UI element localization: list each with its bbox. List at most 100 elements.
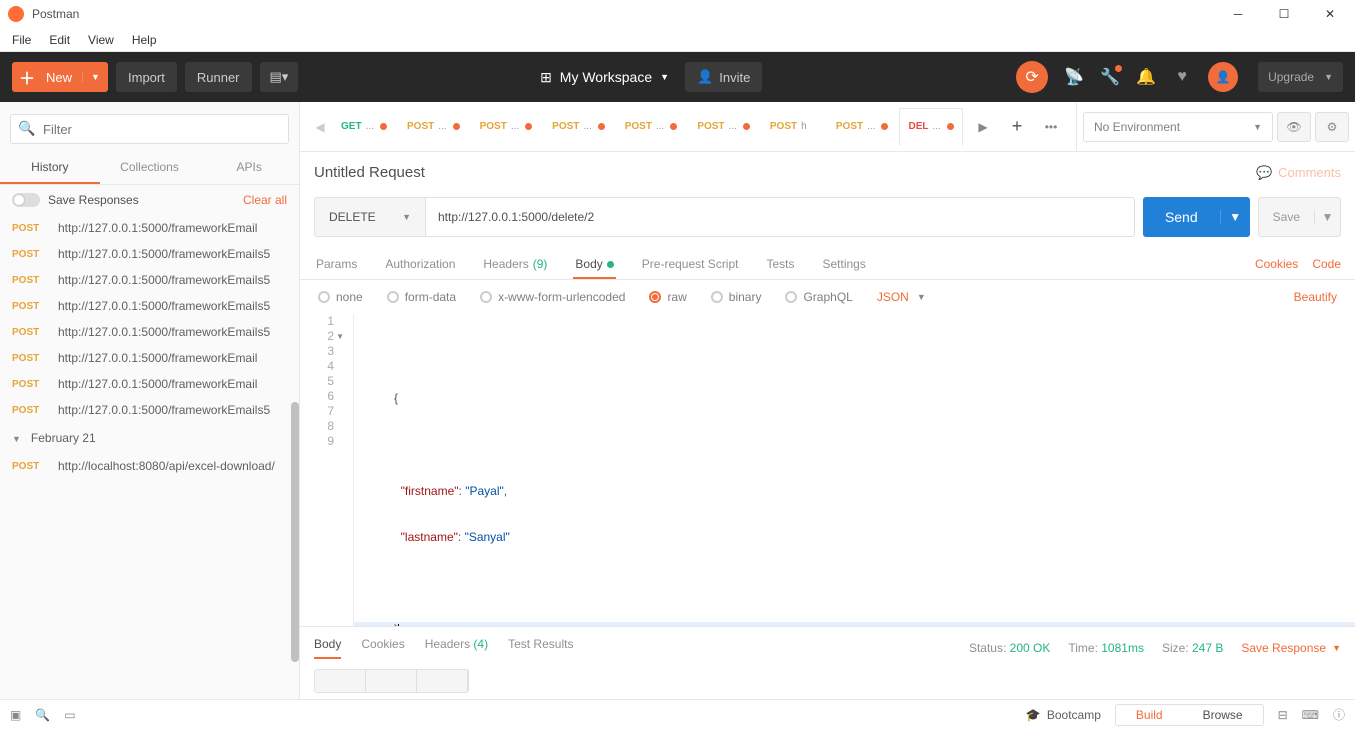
request-tab[interactable]: POST... — [398, 108, 469, 146]
history-item[interactable]: POSThttp://127.0.0.1:5000/frameworkEmail… — [0, 241, 299, 267]
tab-tests[interactable]: Tests — [764, 249, 796, 279]
cookies-link[interactable]: Cookies — [1255, 257, 1298, 271]
menu-help[interactable]: Help — [124, 28, 165, 51]
menu-edit[interactable]: Edit — [41, 28, 78, 51]
send-button[interactable]: Send ▼ — [1143, 197, 1250, 237]
history-item[interactable]: POSThttp://127.0.0.1:5000/frameworkEmail… — [0, 293, 299, 319]
tab-apis[interactable]: APIs — [199, 152, 299, 184]
window-overflow-button[interactable]: ▤▾ — [260, 62, 299, 92]
tab-prerequest[interactable]: Pre-request Script — [640, 249, 741, 279]
tabs-scroll-left[interactable]: ◀ — [308, 120, 332, 134]
environment-selector[interactable]: No Environment ▼ — [1083, 112, 1273, 142]
body-none[interactable]: none — [318, 290, 363, 304]
request-tab[interactable]: POST... — [827, 108, 898, 146]
scrollbar[interactable] — [291, 402, 299, 662]
wrench-icon[interactable]: 🔧 — [1100, 67, 1120, 87]
dirty-dot-icon — [380, 123, 387, 130]
tab-body[interactable]: Body — [573, 249, 615, 279]
help-icon[interactable]: ⓘ — [1333, 706, 1345, 723]
request-tab[interactable]: POST... — [471, 108, 542, 146]
resp-tab-headers[interactable]: Headers (4) — [425, 637, 488, 659]
runner-button[interactable]: Runner — [185, 62, 252, 92]
save-responses-toggle[interactable] — [12, 193, 40, 207]
avatar[interactable]: 👤 — [1208, 62, 1238, 92]
app-header: ＋ New ▼ Import Runner ▤▾ ⊞ My Workspace … — [0, 52, 1355, 102]
clear-all-link[interactable]: Clear all — [243, 193, 287, 207]
two-pane-icon[interactable]: ⊟ — [1278, 708, 1288, 722]
history-item[interactable]: POSThttp://127.0.0.1:5000/frameworkEmail… — [0, 397, 299, 423]
upgrade-button[interactable]: Upgrade ▼ — [1258, 62, 1343, 92]
sidebar-toggle-icon[interactable]: ▣ — [10, 708, 21, 722]
tab-history[interactable]: History — [0, 152, 100, 184]
env-settings-button[interactable]: ⚙ — [1315, 112, 1349, 142]
request-title[interactable]: Untitled Request — [314, 164, 425, 181]
body-raw[interactable]: raw — [649, 290, 686, 304]
request-tab[interactable]: GET... — [332, 108, 396, 146]
history-date-group[interactable]: ▼February 21 — [0, 423, 299, 453]
dirty-dot-icon — [525, 123, 532, 130]
minimize-button[interactable]: ─ — [1215, 0, 1261, 28]
body-editor[interactable]: 12▼3456789 { "firstname": "Payal", "last… — [300, 314, 1355, 626]
caret-down-icon[interactable]: ▼ — [1220, 210, 1250, 224]
resp-tab-body[interactable]: Body — [314, 637, 341, 659]
tab-collections[interactable]: Collections — [100, 152, 200, 184]
filter-input[interactable] — [10, 114, 289, 144]
caret-down-icon[interactable]: ▼ — [1314, 210, 1340, 224]
history-item[interactable]: POSThttp://127.0.0.1:5000/frameworkEmail — [0, 345, 299, 371]
request-tab[interactable]: DEL... — [899, 108, 963, 146]
request-tab[interactable]: POST... — [688, 108, 759, 146]
history-item[interactable]: POSThttp://127.0.0.1:5000/frameworkEmail — [0, 215, 299, 241]
heart-icon[interactable]: ♥ — [1172, 67, 1192, 87]
request-tab[interactable]: POSTh — [761, 108, 825, 146]
save-response-button[interactable]: Save Response▼ — [1241, 641, 1341, 655]
bootcamp-button[interactable]: 🎓Bootcamp — [1026, 708, 1101, 722]
url-input[interactable]: http://127.0.0.1:5000/delete/2 — [426, 197, 1135, 237]
resp-tab-tests[interactable]: Test Results — [508, 637, 573, 659]
beautify-link[interactable]: Beautify — [1294, 290, 1337, 304]
menu-file[interactable]: File — [4, 28, 39, 51]
tabs-menu-button[interactable]: ••• — [1036, 112, 1066, 142]
satellite-icon[interactable]: 📡 — [1064, 67, 1084, 87]
sync-button[interactable]: ⟳ — [1016, 61, 1048, 93]
workspace-selector[interactable]: ⊞ My Workspace ▼ — [532, 62, 677, 92]
keyboard-shortcuts-icon[interactable]: ⌨ — [1302, 708, 1319, 722]
tabs-scroll-right[interactable]: ▶ — [968, 112, 998, 142]
tab-settings[interactable]: Settings — [821, 249, 868, 279]
find-icon[interactable]: 🔍 — [35, 708, 50, 722]
history-item[interactable]: POSThttp://127.0.0.1:5000/frameworkEmail… — [0, 267, 299, 293]
graduation-icon: 🎓 — [1026, 708, 1041, 722]
menu-view[interactable]: View — [80, 28, 122, 51]
console-icon[interactable]: ▭ — [64, 708, 75, 722]
body-binary[interactable]: binary — [711, 290, 762, 304]
tab-params[interactable]: Params — [314, 249, 359, 279]
new-tab-button[interactable]: + — [1002, 112, 1032, 142]
caret-down-icon[interactable]: ▼ — [82, 72, 108, 82]
history-item[interactable]: POSThttp://localhost:8080/api/excel-down… — [0, 453, 299, 479]
tab-headers[interactable]: Headers (9) — [481, 249, 549, 279]
body-xwww[interactable]: x-www-form-urlencoded — [480, 290, 625, 304]
dirty-dot-icon — [881, 123, 888, 130]
tab-authorization[interactable]: Authorization — [383, 249, 457, 279]
window-title: Postman — [32, 7, 79, 21]
env-quick-look-button[interactable]: 👁 — [1277, 112, 1311, 142]
history-item[interactable]: POSThttp://127.0.0.1:5000/frameworkEmail… — [0, 319, 299, 345]
resp-view-toggle[interactable] — [314, 669, 469, 693]
history-item[interactable]: POSThttp://127.0.0.1:5000/frameworkEmail — [0, 371, 299, 397]
bell-icon[interactable]: 🔔 — [1136, 67, 1156, 87]
comments-button[interactable]: 💬 Comments — [1256, 165, 1341, 181]
build-browse-toggle[interactable]: Build Browse — [1115, 704, 1264, 726]
request-tab[interactable]: POST... — [616, 108, 687, 146]
method-select[interactable]: DELETE ▼ — [314, 197, 426, 237]
body-graphql[interactable]: GraphQL — [785, 290, 852, 304]
body-format-select[interactable]: JSON▼ — [877, 290, 926, 304]
resp-tab-cookies[interactable]: Cookies — [361, 637, 404, 659]
close-button[interactable]: ✕ — [1307, 0, 1353, 28]
body-formdata[interactable]: form-data — [387, 290, 456, 304]
save-button[interactable]: Save ▼ — [1258, 197, 1341, 237]
request-tab[interactable]: POST... — [543, 108, 614, 146]
new-button[interactable]: ＋ New ▼ — [12, 62, 108, 92]
maximize-button[interactable]: ☐ — [1261, 0, 1307, 28]
invite-button[interactable]: 👤 Invite — [685, 62, 762, 92]
code-link[interactable]: Code — [1312, 257, 1341, 271]
import-button[interactable]: Import — [116, 62, 177, 92]
